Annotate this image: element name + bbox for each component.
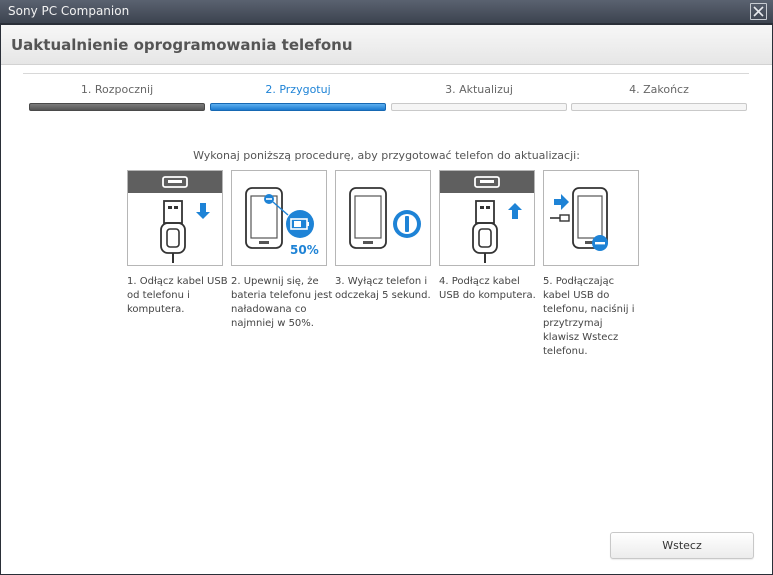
battery-badge: 50% (290, 243, 319, 257)
step-label: 4. Zakończ (629, 83, 689, 96)
procedure-text-3: 3. Wyłącz telefon i odczekaj 5 sekund. (335, 276, 431, 301)
step-progress-bar (29, 103, 205, 111)
steps-divider (23, 73, 749, 74)
usb-plug-into-computer-icon (440, 171, 534, 263)
wizard-window: Uaktualnienie oprogramowania telefonu 1.… (1, 25, 772, 574)
procedure-card-5 (543, 170, 639, 266)
step-2-przygotuj: 2. Przygotuj (210, 83, 386, 117)
step-progress-bar (391, 103, 567, 111)
step-progress-bar (571, 103, 747, 111)
procedure-card-1 (127, 170, 223, 266)
procedure-card-4 (439, 170, 535, 266)
close-button[interactable] (750, 3, 767, 20)
close-icon (753, 6, 764, 17)
wizard-header: Uaktualnienie oprogramowania telefonu (1, 25, 772, 65)
title-bar: Sony PC Companion (0, 0, 773, 24)
page-title: Uaktualnienie oprogramowania telefonu (11, 36, 353, 54)
procedure-card-3 (335, 170, 431, 266)
step-label: 2. Przygotuj (265, 83, 331, 96)
procedure-text-2: 2. Upewnij się, że bateria telefonu jest… (231, 276, 333, 329)
procedure-card-2: 50% (231, 170, 327, 266)
step-label: 3. Aktualizuj (445, 83, 513, 96)
usb-unplug-from-computer-icon (128, 171, 222, 263)
step-1-rozpocznij: 1. Rozpocznij (29, 83, 205, 117)
step-label: 1. Rozpocznij (80, 83, 154, 96)
step-4-zakoncz: 4. Zakończ (571, 83, 747, 117)
procedure-text-1: 1. Odłącz kabel USB od telefonu i komput… (127, 276, 228, 315)
step-3-aktualizuj: 3. Aktualizuj (391, 83, 567, 117)
app-title: Sony PC Companion (8, 4, 130, 18)
back-button[interactable]: Wstecz (610, 532, 754, 559)
procedure-text-4: 4. Podłącz kabel USB do komputera. (439, 276, 536, 301)
step-progress-bar (210, 103, 386, 111)
procedure-text-5: 5. Podłączając kabel USB do telefonu, na… (543, 276, 635, 357)
phone-connect-back-key-icon (550, 187, 608, 251)
phone-power-off-icon (349, 187, 421, 249)
instruction-text: Wykonaj poniższą procedurę, aby przygoto… (193, 149, 580, 162)
